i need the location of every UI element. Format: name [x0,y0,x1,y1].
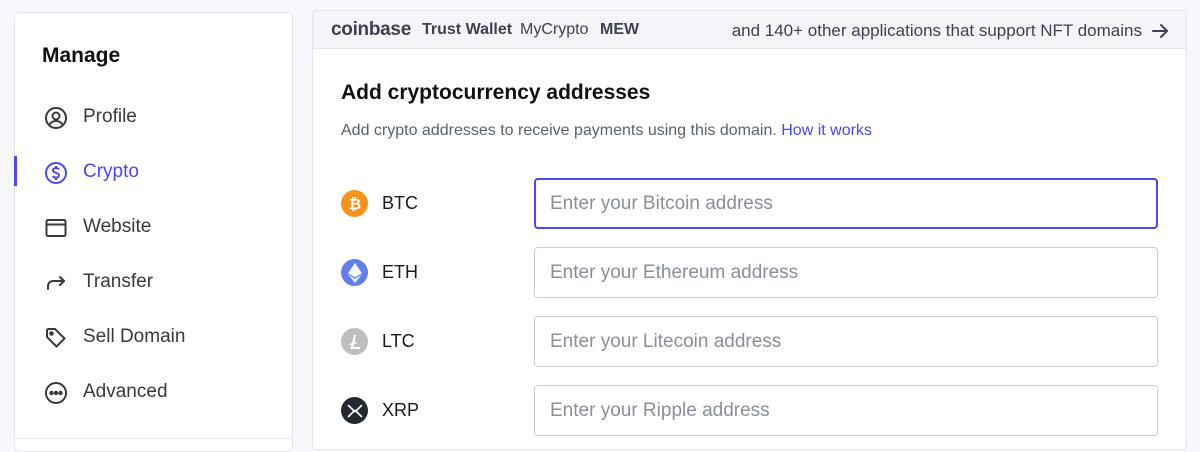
manage-sidebar: Manage Profile Crypto Website Transfer S… [14,12,293,452]
how-it-works-link[interactable]: How it works [781,122,872,139]
eth-address-input[interactable] [534,247,1158,298]
sidebar-item-transfer[interactable]: Transfer [15,262,292,302]
sidebar-item-crypto[interactable]: Crypto [15,152,292,192]
coin-symbol: XRP [382,400,420,420]
coinbase-logo: coinbase [331,19,411,40]
arrow-right-icon[interactable] [1150,21,1170,41]
supported-apps-banner[interactable]: coinbase Trust Wallet MyCrypto MEW and 1… [313,11,1186,49]
crypto-panel: coinbase Trust Wallet MyCrypto MEW and 1… [312,10,1187,450]
sidebar-item-advanced[interactable]: Advanced [15,372,292,412]
user-circle-icon [43,105,69,131]
ripple-icon [341,397,368,424]
coin-symbol: LTC [382,331,415,351]
browser-window-icon [43,215,69,241]
coin-row-eth: ETH [341,247,1159,299]
sidebar-item-label: Transfer [83,271,154,292]
trust-wallet-logo: Trust Wallet [422,21,513,38]
description-text: Add crypto addresses to receive payments… [341,122,777,139]
supported-apps-link[interactable]: and 140+ other applications that support… [732,21,1142,41]
sidebar-item-label: Sell Domain [83,326,186,347]
sidebar-item-website[interactable]: Website [15,207,292,247]
coin-row-ltc: LTC [341,316,1159,368]
sidebar-item-label: Crypto [83,161,139,182]
sidebar-item-profile[interactable]: Profile [15,97,292,137]
divider [15,438,292,439]
coin-row-xrp: XRP [341,385,1159,437]
xrp-address-input[interactable] [534,385,1158,436]
section-title: Add cryptocurrency addresses [341,81,651,104]
btc-address-input[interactable] [534,178,1158,229]
ltc-address-input[interactable] [534,316,1158,367]
sidebar-item-label: Profile [83,106,137,127]
sidebar-item-label: Website [83,216,152,237]
mew-logo: MEW [600,21,640,38]
mycrypto-logo: MyCrypto [520,21,589,38]
litecoin-icon [341,328,368,355]
sidebar-title: Manage [42,44,121,67]
ethereum-icon [341,259,368,286]
section-description: Add crypto addresses to receive payments… [341,122,872,140]
share-arrow-icon [43,270,69,296]
sidebar-item-sell-domain[interactable]: Sell Domain [15,317,292,357]
tag-icon [43,325,69,351]
coin-symbol: BTC [382,193,418,213]
svg-text:₿: ₿ [348,196,360,212]
dollar-circle-icon [43,160,69,186]
coin-row-btc: ₿ BTC [341,178,1159,230]
sidebar-item-label: Advanced [83,381,168,402]
bitcoin-icon: ₿ [341,190,368,217]
more-dots-icon [43,380,69,406]
coin-symbol: ETH [382,262,418,282]
